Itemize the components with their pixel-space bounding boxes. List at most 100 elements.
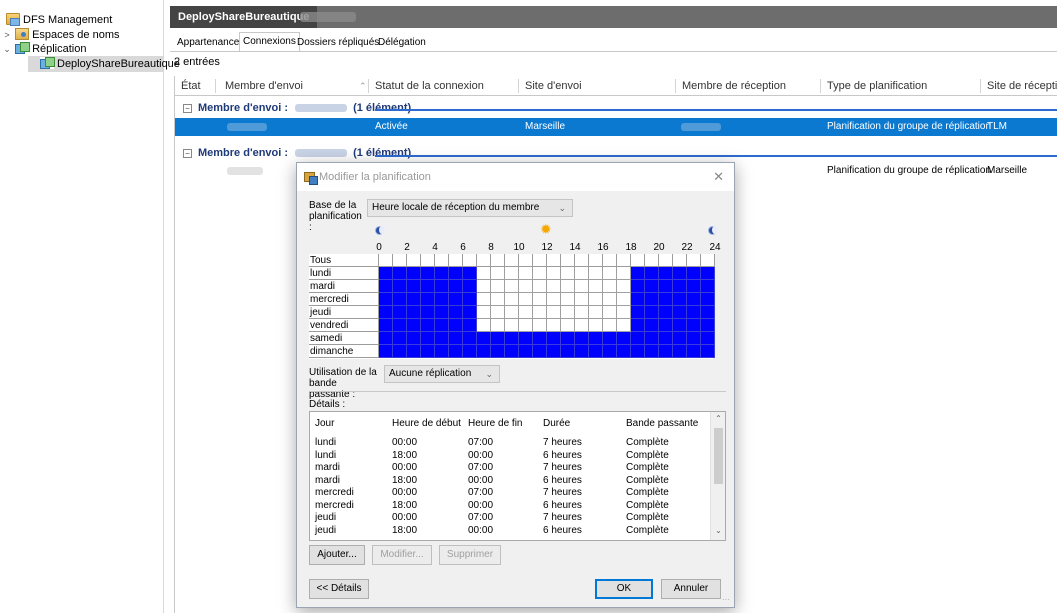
resize-grip-icon[interactable]: ⋯ <box>722 595 732 605</box>
schedule-cell[interactable] <box>533 293 547 306</box>
schedule-cell[interactable] <box>701 293 715 306</box>
close-icon[interactable]: ✕ <box>713 169 724 185</box>
schedule-cell[interactable] <box>547 345 561 358</box>
details-row[interactable]: lundi 18:00 00:00 6 heures Complète <box>310 450 710 463</box>
schedule-cell[interactable] <box>379 332 393 345</box>
column-membre-reception[interactable]: Membre de réception <box>682 76 786 96</box>
schedule-cell[interactable] <box>701 319 715 332</box>
schedule-cell[interactable] <box>561 267 575 280</box>
schedule-cell[interactable] <box>659 306 673 319</box>
schedule-cell[interactable] <box>533 332 547 345</box>
schedule-cell[interactable] <box>407 306 421 319</box>
schedule-cell[interactable] <box>379 267 393 280</box>
day-label[interactable]: dimanche <box>309 345 379 358</box>
schedule-cell[interactable] <box>631 332 645 345</box>
tree-item-dfs-management[interactable]: DFS Management <box>6 12 112 28</box>
details-row[interactable]: lundi 00:00 07:00 7 heures Complète <box>310 437 710 450</box>
schedule-cell[interactable] <box>407 267 421 280</box>
day-label[interactable]: Tous <box>309 254 379 267</box>
schedule-cell[interactable] <box>659 267 673 280</box>
column-site-envoi[interactable]: Site d'envoi <box>525 76 582 96</box>
column-separator[interactable] <box>215 79 216 93</box>
schedule-cell[interactable] <box>463 306 477 319</box>
schedule-cell[interactable] <box>491 254 505 267</box>
schedule-cell[interactable] <box>477 332 491 345</box>
schedule-cell[interactable] <box>687 267 701 280</box>
schedule-cell[interactable] <box>659 345 673 358</box>
tab-delegation[interactable]: Délégation <box>375 34 429 52</box>
schedule-cell[interactable] <box>421 306 435 319</box>
schedule-cell[interactable] <box>575 332 589 345</box>
schedule-cell[interactable] <box>463 293 477 306</box>
schedule-cell[interactable] <box>617 293 631 306</box>
column-separator[interactable] <box>980 79 981 93</box>
schedule-cell[interactable] <box>603 280 617 293</box>
schedule-cell[interactable] <box>701 267 715 280</box>
schedule-cell[interactable] <box>421 332 435 345</box>
schedule-cell[interactable] <box>463 280 477 293</box>
schedule-cell[interactable] <box>435 254 449 267</box>
schedule-cell[interactable] <box>463 345 477 358</box>
schedule-cell[interactable] <box>575 280 589 293</box>
schedule-cell[interactable] <box>519 254 533 267</box>
schedule-cell[interactable] <box>603 319 617 332</box>
tree-item-deploysharebureautique[interactable]: DeployShareBureautique <box>28 56 180 72</box>
scroll-down-icon[interactable]: ⌄ <box>711 526 725 535</box>
schedule-cell[interactable] <box>519 319 533 332</box>
schedule-cell[interactable] <box>561 280 575 293</box>
schedule-cell[interactable] <box>477 319 491 332</box>
schedule-cell[interactable] <box>617 345 631 358</box>
schedule-cell[interactable] <box>477 254 491 267</box>
schedule-cell[interactable] <box>421 280 435 293</box>
details-row[interactable]: jeudi 00:00 07:00 7 heures Complète <box>310 512 710 525</box>
schedule-cell[interactable] <box>561 345 575 358</box>
column-membre-envoi[interactable]: Membre d'envoi <box>225 76 303 96</box>
schedule-cell[interactable] <box>449 345 463 358</box>
schedule-cell[interactable] <box>687 293 701 306</box>
schedule-cell[interactable] <box>603 267 617 280</box>
schedule-cell[interactable] <box>631 306 645 319</box>
details-column-jour[interactable]: Jour <box>315 418 334 429</box>
schedule-cell[interactable] <box>463 332 477 345</box>
schedule-cell[interactable] <box>673 280 687 293</box>
schedule-cell[interactable] <box>603 254 617 267</box>
schedule-cell[interactable] <box>393 267 407 280</box>
column-site-reception[interactable]: Site de réception <box>987 76 1057 96</box>
schedule-cell[interactable] <box>547 332 561 345</box>
schedule-cell[interactable] <box>673 332 687 345</box>
modify-button[interactable]: Modifier... <box>372 545 432 565</box>
group-header[interactable]: − Membre d'envoi : (1 élément) <box>175 99 411 117</box>
schedule-cell[interactable] <box>407 280 421 293</box>
schedule-cell[interactable] <box>673 345 687 358</box>
schedule-cell[interactable] <box>505 319 519 332</box>
schedule-cell[interactable] <box>701 306 715 319</box>
schedule-cell[interactable] <box>435 319 449 332</box>
schedule-cell[interactable] <box>687 306 701 319</box>
schedule-cell[interactable] <box>645 280 659 293</box>
schedule-cell[interactable] <box>631 254 645 267</box>
column-separator[interactable] <box>820 79 821 93</box>
schedule-cell[interactable] <box>491 306 505 319</box>
schedule-cell[interactable] <box>421 345 435 358</box>
schedule-cell[interactable] <box>631 345 645 358</box>
schedule-cell[interactable] <box>589 267 603 280</box>
schedule-cell[interactable] <box>519 293 533 306</box>
schedule-cell[interactable] <box>393 280 407 293</box>
schedule-cell[interactable] <box>589 332 603 345</box>
schedule-cell[interactable] <box>519 306 533 319</box>
schedule-cell[interactable] <box>477 345 491 358</box>
schedule-cell[interactable] <box>491 267 505 280</box>
schedule-cell[interactable] <box>435 293 449 306</box>
schedule-cell[interactable] <box>603 293 617 306</box>
schedule-cell[interactable] <box>435 306 449 319</box>
details-toggle-button[interactable]: << Détails <box>309 579 369 599</box>
schedule-cell[interactable] <box>491 345 505 358</box>
schedule-cell[interactable] <box>421 319 435 332</box>
schedule-cell[interactable] <box>645 306 659 319</box>
schedule-cell[interactable] <box>631 267 645 280</box>
schedule-cell[interactable] <box>533 254 547 267</box>
schedule-cell[interactable] <box>533 267 547 280</box>
schedule-cell[interactable] <box>673 306 687 319</box>
day-label[interactable]: mardi <box>309 280 379 293</box>
schedule-cell[interactable] <box>575 345 589 358</box>
